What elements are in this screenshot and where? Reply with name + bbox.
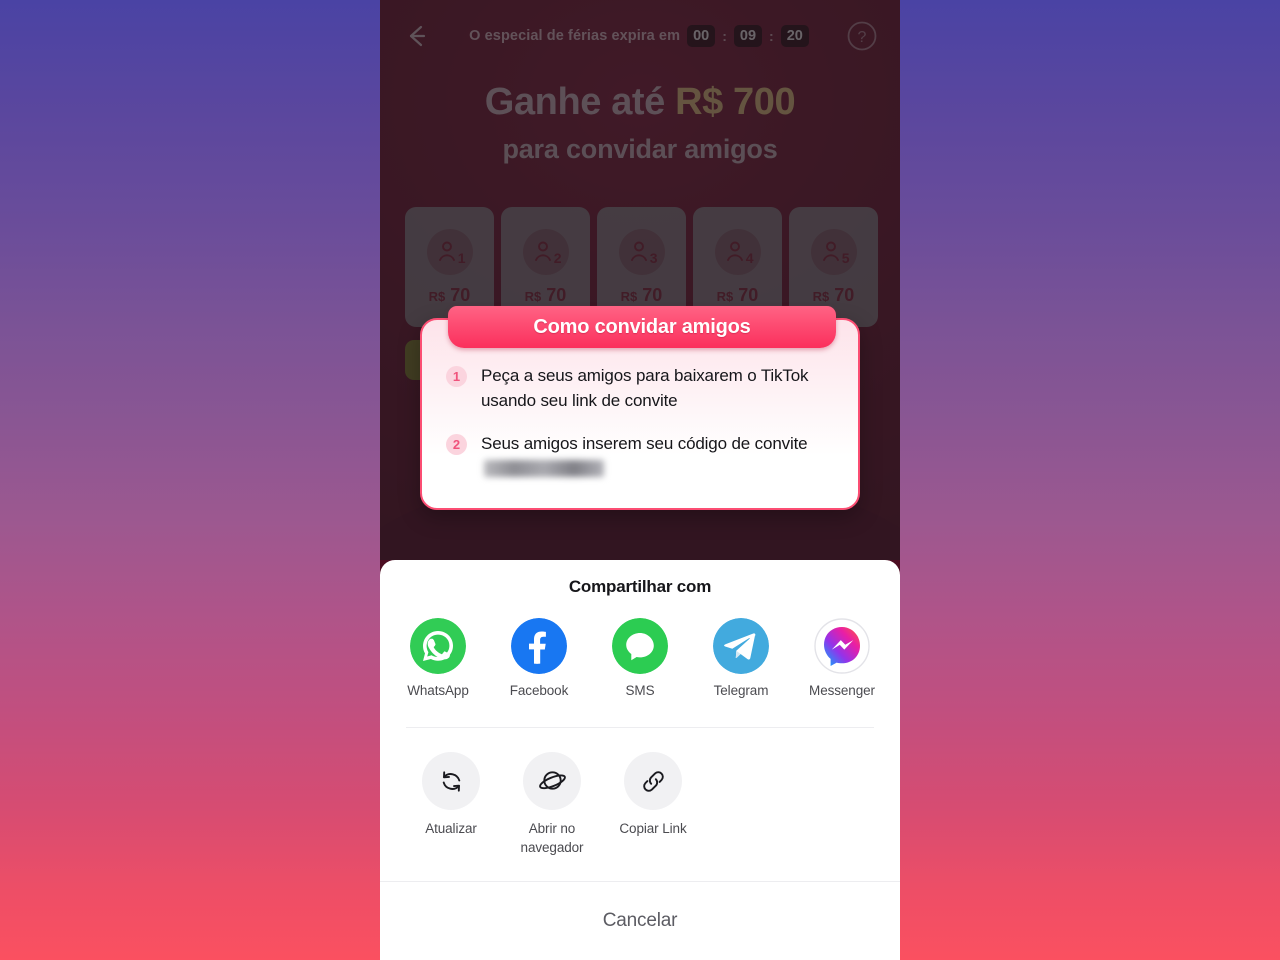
messenger-icon	[814, 618, 870, 674]
cancel-button[interactable]: Cancelar	[380, 882, 900, 960]
tooltip-step-text-prefix: Seus amigos inserem seu código de convit…	[481, 433, 808, 453]
tooltip-title: Como convidar amigos	[533, 315, 751, 338]
share-apps-row: WhatsApp Facebook SMS Telegram Messenger	[380, 597, 900, 698]
share-target-label: Messenger	[809, 683, 875, 698]
tool-label: Atualizar	[425, 821, 477, 836]
sms-icon	[612, 618, 668, 674]
tool-copy-link[interactable]: Copiar Link	[616, 752, 690, 857]
share-target-telegram[interactable]: Telegram	[704, 618, 778, 698]
how-to-invite-tooltip: Como convidar amigos 1 Peça a seus amigo…	[420, 306, 860, 510]
tooltip-step-text: Peça a seus amigos para baixarem o TikTo…	[481, 366, 809, 410]
tooltip-step-number: 2	[446, 433, 467, 455]
share-target-label: Facebook	[509, 683, 569, 698]
share-tools-row: Atualizar Abrir no navegador Copiar Link	[380, 728, 900, 857]
telegram-icon	[713, 618, 769, 674]
tooltip-step: 2 Seus amigos inserem seu código de conv…	[446, 432, 834, 482]
tool-label: Copiar Link	[619, 821, 687, 836]
phone-viewport: O especial de férias expira em 00 : 09 :…	[380, 0, 900, 960]
tool-refresh[interactable]: Atualizar	[414, 752, 488, 857]
link-chain-icon	[624, 752, 682, 810]
tool-open-in-browser[interactable]: Abrir no navegador	[515, 752, 589, 857]
share-target-whatsapp[interactable]: WhatsApp	[401, 618, 475, 698]
invite-code-redacted	[484, 459, 604, 477]
whatsapp-icon	[410, 618, 466, 674]
refresh-icon	[422, 752, 480, 810]
share-target-label: SMS	[625, 683, 655, 698]
share-target-sms[interactable]: SMS	[603, 618, 677, 698]
share-target-facebook[interactable]: Facebook	[502, 618, 576, 698]
tooltip-body: 1 Peça a seus amigos para baixarem o Tik…	[422, 320, 858, 508]
tooltip-ribbon-header: Como convidar amigos	[448, 306, 836, 348]
tooltip-step-text: Seus amigos inserem seu código de convit…	[481, 432, 834, 482]
share-sheet: Compartilhar com WhatsApp Facebook SMS T…	[380, 560, 900, 960]
share-target-label: WhatsApp	[407, 683, 469, 698]
facebook-icon	[511, 618, 567, 674]
share-target-messenger[interactable]: Messenger	[805, 618, 879, 698]
browser-planet-icon	[523, 752, 581, 810]
share-sheet-title: Compartilhar com	[568, 577, 712, 596]
tooltip-step: 1 Peça a seus amigos para baixarem o Tik…	[446, 364, 834, 414]
tooltip-step-number: 1	[446, 366, 467, 387]
tool-label: Abrir no navegador	[520, 821, 584, 856]
share-target-label: Telegram	[713, 683, 769, 698]
